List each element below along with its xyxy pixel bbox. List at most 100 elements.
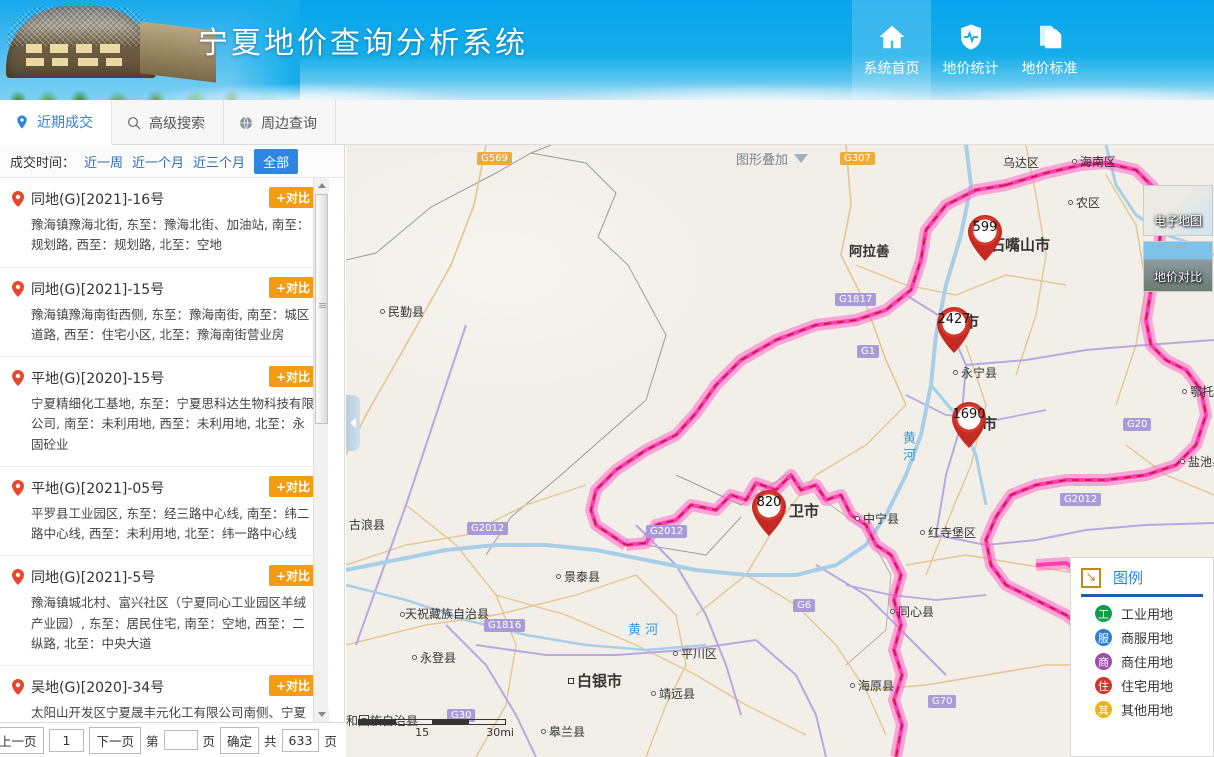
legend-divider bbox=[1081, 594, 1203, 597]
list-item[interactable]: 同地(G)[2021]-15号 +对比 豫海镇豫海南街西侧, 东至：豫海南街, … bbox=[0, 268, 329, 357]
scrollbar-thumb[interactable] bbox=[315, 194, 328, 424]
tab-nearby-query[interactable]: 周边查询 bbox=[224, 100, 336, 145]
legend-badge: 服 bbox=[1095, 629, 1112, 646]
place-label: 永宁县 bbox=[953, 364, 997, 381]
document-icon bbox=[1034, 22, 1066, 52]
map-marker-value: 2427 bbox=[937, 312, 971, 327]
legend-label: 住宅用地 bbox=[1121, 680, 1174, 695]
place-label: 盐池县 bbox=[1180, 453, 1214, 470]
pager-gong-label: 共 bbox=[264, 733, 277, 749]
chevron-left-icon bbox=[350, 418, 356, 428]
map-type-electronic-label: 电子地图 bbox=[1153, 214, 1202, 228]
transaction-list: 同地(G)[2021]-16号 +对比 豫海镇豫海北街, 东至：豫海北街、加油站… bbox=[0, 178, 329, 722]
place-label: 景泰县 bbox=[556, 568, 600, 585]
legend-row-industrial: 工 工业用地 bbox=[1095, 604, 1203, 623]
tab-recent-transactions[interactable]: 近期成交 bbox=[0, 100, 112, 145]
compare-button[interactable]: +对比 bbox=[268, 366, 317, 387]
place-label: 白银市 bbox=[568, 670, 622, 691]
nav-item-standard[interactable]: 地价标准 bbox=[1010, 0, 1089, 100]
total-pages: 633 bbox=[281, 728, 320, 752]
map-type-price-compare[interactable]: 地价对比 bbox=[1143, 241, 1213, 292]
compare-button[interactable]: +对比 bbox=[268, 475, 317, 497]
list-item[interactable]: 平地(G)[2020]-15号 +对比 宁夏精细化工基地, 东至：宁夏思科达生物… bbox=[0, 357, 329, 467]
highway-shield: G20 bbox=[1123, 418, 1152, 431]
map-pin-icon bbox=[12, 280, 24, 297]
place-label: 农区 bbox=[1068, 194, 1100, 211]
map-marker[interactable]: 2427 bbox=[931, 305, 977, 355]
list-item-description: 平罗县工业园区, 东至：经三路中心线, 南至：纬二路中心线, 西至：未利用地, … bbox=[31, 505, 310, 541]
list-item[interactable]: 同地(G)[2021]-16号 +对比 豫海镇豫海北街, 东至：豫海北街、加油站… bbox=[0, 178, 329, 268]
nav-item-home[interactable]: 系统首页 bbox=[852, 0, 931, 100]
compare-button[interactable]: +对比 bbox=[268, 187, 317, 208]
nav-item-statistics[interactable]: 地价统计 bbox=[931, 0, 1010, 100]
time-filter-all[interactable]: 全部 bbox=[254, 148, 299, 174]
sidebar-collapse-handle[interactable] bbox=[346, 395, 360, 451]
home-icon bbox=[876, 22, 908, 52]
list-item[interactable]: 同地(G)[2021]-5号 +对比 豫海镇城北村、富兴社区（宁夏同心工业园区羊… bbox=[0, 556, 329, 666]
tab-advanced-search[interactable]: 高级搜索 bbox=[112, 100, 224, 145]
place-label: 鄂托克 bbox=[1182, 383, 1214, 400]
map-canvas[interactable]: 图形叠加 G569 G307 G1817 G1 G20 G2012 G2012 … bbox=[346, 145, 1214, 757]
page-title: 宁夏地价查询分析系统 bbox=[198, 26, 528, 61]
list-item[interactable]: 平地(G)[2021]-05号 +对比 平罗县工业园区, 东至：经三路中心线, … bbox=[0, 467, 329, 557]
highway-shield: G2012 bbox=[1060, 493, 1102, 506]
header-nav: 系统首页 地价统计 地价标准 bbox=[852, 0, 1089, 100]
highway-shield: G2012 bbox=[646, 525, 688, 538]
legend-title: 图例 bbox=[1113, 569, 1144, 587]
map-pin-icon bbox=[12, 479, 24, 496]
list-item-description: 宁夏精细化工基地, 东至：宁夏思科达生物科技有限公司, 南至：未利用地, 西至：… bbox=[31, 396, 314, 452]
prev-page-button[interactable]: 上一页 bbox=[0, 726, 44, 754]
legend-row-commercial-service: 服 商服用地 bbox=[1095, 628, 1203, 647]
legend-row-commercial-residential: 商 商住用地 bbox=[1095, 652, 1203, 671]
map-pin-icon bbox=[12, 679, 24, 695]
pager-di-label: 第 bbox=[145, 733, 159, 749]
list-item-title: 吴地(G)[2020]-34号 bbox=[31, 680, 165, 696]
tab-advanced-search-label: 高级搜索 bbox=[149, 115, 205, 132]
overlay-control[interactable]: 图形叠加 bbox=[736, 149, 809, 168]
app-root: 宁夏地价查询分析系统 系统首页 地价统计 地价标准 近期成交 高级搜索 周边查询… bbox=[0, 0, 1214, 757]
legend-badge: 工 bbox=[1095, 605, 1112, 622]
list-item-title: 同地(G)[2021]-15号 bbox=[31, 281, 165, 298]
place-label: 永登县 bbox=[412, 649, 456, 666]
list-item-title: 平地(G)[2021]-05号 bbox=[31, 480, 165, 497]
map-pin-icon bbox=[12, 569, 24, 586]
chevron-down-icon bbox=[794, 154, 809, 163]
arrow-down-right-icon[interactable]: ↘ bbox=[1081, 567, 1101, 588]
legend-row-residential: 住 住宅用地 bbox=[1095, 676, 1203, 695]
scroll-up-arrow[interactable] bbox=[314, 178, 329, 193]
legend-label: 工业用地 bbox=[1121, 608, 1174, 623]
highway-shield: G1 bbox=[857, 345, 880, 358]
list-item-description: 豫海镇城北村、富兴社区（宁夏同心工业园区羊绒产业园）, 东至：居民住宅, 南至：… bbox=[31, 595, 307, 651]
list-item-title: 平地(G)[2020]-15号 bbox=[31, 371, 165, 387]
legend-label: 商住用地 bbox=[1121, 656, 1174, 671]
compare-button[interactable]: +对比 bbox=[268, 276, 317, 298]
tab-nearby-query-label: 周边查询 bbox=[261, 115, 317, 132]
map-marker[interactable]: 820 bbox=[746, 488, 792, 538]
sidebar-scrollbar[interactable] bbox=[313, 178, 329, 722]
compare-button[interactable]: +对比 bbox=[268, 675, 317, 696]
highway-shield: G307 bbox=[840, 152, 875, 165]
next-page-button[interactable]: 下一页 bbox=[89, 726, 141, 754]
place-label: 乌达区 bbox=[1003, 156, 1040, 170]
nav-item-home-label: 系统首页 bbox=[863, 61, 920, 77]
toolbar-row: 近期成交 高级搜索 周边查询 地块位置 地块编号 bbox=[0, 100, 1214, 245]
list-item[interactable]: 吴地(G)[2020]-34号 +对比 太阳山开发区宁夏晟丰元化工有限公司南侧、… bbox=[0, 666, 329, 722]
time-filter-week[interactable]: 近一周 bbox=[84, 152, 123, 171]
map-marker-value: 1690 bbox=[952, 407, 986, 422]
map-type-price-compare-label: 地价对比 bbox=[1153, 270, 1202, 284]
time-filter-month[interactable]: 近一个月 bbox=[132, 152, 184, 171]
map-marker[interactable]: 599 bbox=[962, 213, 1008, 263]
place-label: 皋兰县 bbox=[541, 723, 585, 740]
place-label: 古浪县 bbox=[349, 518, 386, 532]
confirm-page-button[interactable]: 确定 bbox=[220, 726, 260, 754]
river-label: 黄 河 bbox=[628, 623, 659, 638]
compare-button[interactable]: +对比 bbox=[268, 565, 317, 587]
map-marker[interactable]: 1690 bbox=[946, 400, 992, 450]
map-type-electronic[interactable]: 电子地图 bbox=[1143, 185, 1213, 236]
map-type-switcher: 电子地图 地价对比 bbox=[1143, 185, 1213, 297]
place-label: 阿拉善 bbox=[849, 244, 890, 260]
scale-end-label: 30mi bbox=[486, 726, 514, 739]
time-filter-three-months[interactable]: 近三个月 bbox=[193, 152, 245, 171]
scroll-down-arrow[interactable] bbox=[314, 707, 329, 722]
page-number-input[interactable] bbox=[163, 730, 198, 750]
